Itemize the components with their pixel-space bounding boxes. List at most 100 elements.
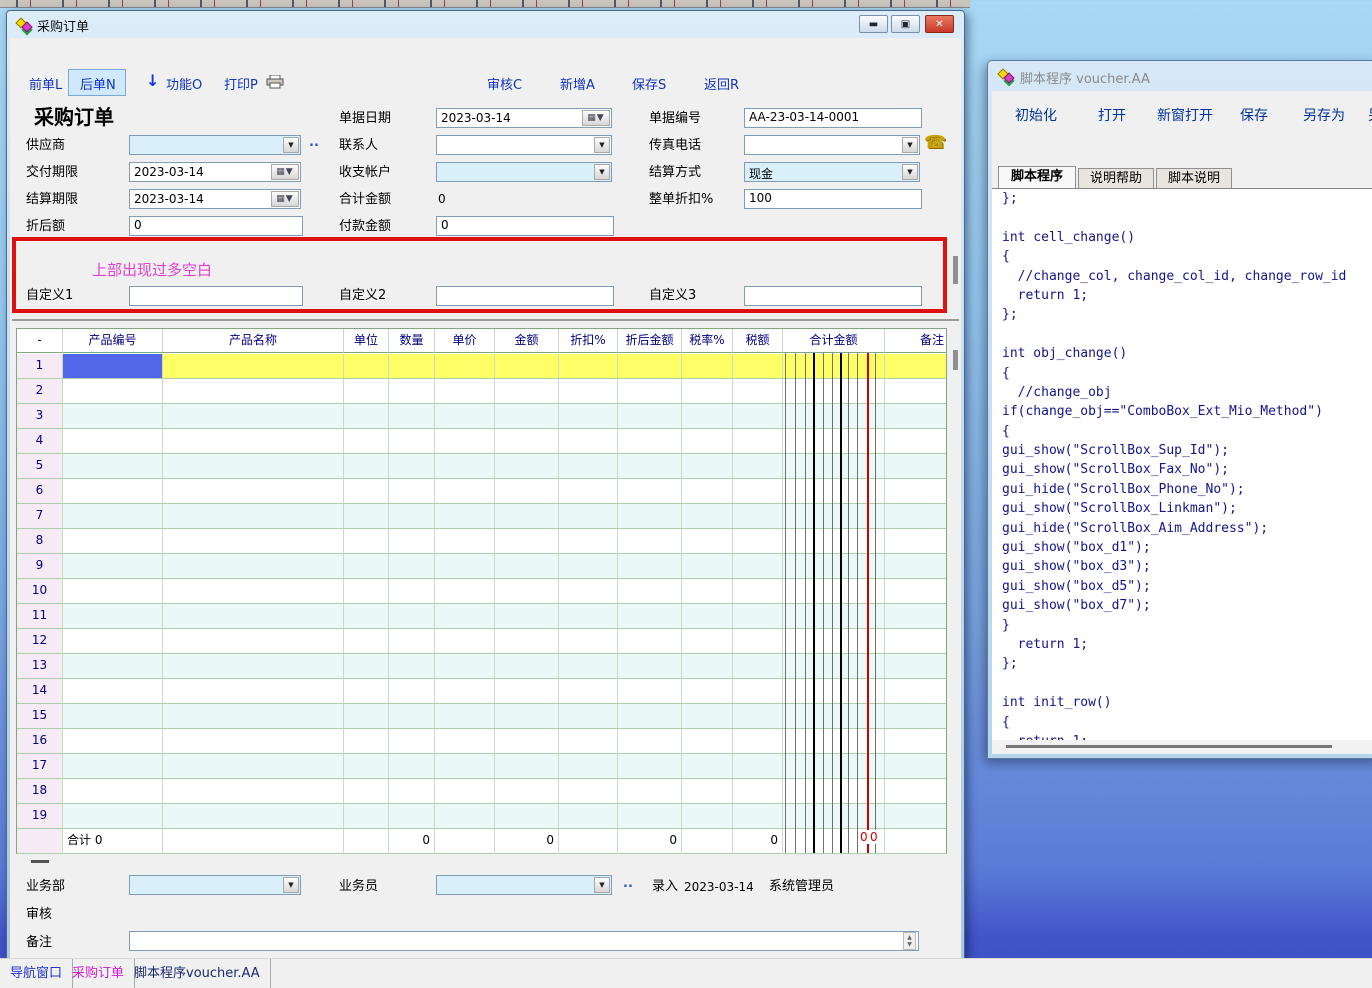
grid-cell[interactable]	[389, 479, 435, 504]
grid-cell[interactable]	[733, 479, 783, 504]
doc-date-field[interactable]: 2023-03-14 ▦▼	[436, 108, 612, 128]
grid-cell[interactable]	[559, 729, 618, 754]
printer-icon[interactable]	[266, 74, 284, 88]
grid-cell[interactable]	[559, 679, 618, 704]
grid-cell[interactable]	[163, 554, 344, 579]
row-number[interactable]: 9	[17, 554, 63, 579]
grid-cell[interactable]	[885, 604, 946, 629]
settle-method-combo[interactable]: 现金 ▼	[744, 162, 920, 182]
script-titlebar[interactable]: 脚本程序 voucher.AA	[988, 61, 1372, 91]
grid-cell[interactable]	[163, 779, 344, 804]
row-number[interactable]: 12	[17, 629, 63, 654]
row-number[interactable]: 19	[17, 804, 63, 829]
grid-cell[interactable]	[435, 354, 495, 379]
grid-cell[interactable]	[495, 779, 559, 804]
grid-cell[interactable]	[783, 729, 885, 754]
supplier-combo[interactable]: ▼	[129, 135, 301, 155]
grid-cell[interactable]	[733, 604, 783, 629]
grid-cell[interactable]	[495, 554, 559, 579]
chevron-down-icon[interactable]: ▼	[902, 164, 918, 180]
row-number[interactable]: 8	[17, 529, 63, 554]
grid-cell[interactable]	[495, 729, 559, 754]
grid-cell[interactable]	[163, 754, 344, 779]
grid-cell[interactable]	[344, 554, 389, 579]
grid-cell[interactable]	[63, 454, 163, 479]
settle-due-field[interactable]: 2023-03-14 ▦▼	[129, 189, 301, 209]
form-scrollbar-thumb[interactable]	[953, 256, 958, 284]
grid-cell[interactable]	[435, 704, 495, 729]
grid-cell[interactable]	[885, 754, 946, 779]
grid-cell[interactable]	[682, 429, 733, 454]
grid-cell[interactable]	[733, 779, 783, 804]
grid-cell[interactable]	[435, 654, 495, 679]
grid-cell[interactable]	[885, 379, 946, 404]
grid-cell[interactable]	[733, 454, 783, 479]
grid-cell[interactable]	[885, 504, 946, 529]
grid-cell[interactable]	[344, 629, 389, 654]
row-number[interactable]: 2	[17, 379, 63, 404]
grid-cell[interactable]	[163, 379, 344, 404]
grid-cell[interactable]	[733, 729, 783, 754]
grid-cell[interactable]	[783, 379, 885, 404]
grid-cell[interactable]	[733, 629, 783, 654]
row-number[interactable]: 1	[17, 354, 63, 379]
grid-cell[interactable]	[733, 579, 783, 604]
grid-cell[interactable]	[682, 554, 733, 579]
grid-cell[interactable]	[559, 579, 618, 604]
grid-cell[interactable]	[783, 754, 885, 779]
prev-doc-button[interactable]: 前单L	[29, 74, 62, 93]
grid-cell[interactable]	[733, 429, 783, 454]
calendar-dropdown-icon[interactable]: ▦▼	[582, 110, 610, 126]
grid-cell[interactable]	[163, 504, 344, 529]
save-as-button[interactable]: 另存为	[1303, 105, 1345, 125]
grid-cell[interactable]	[682, 629, 733, 654]
grid-cell[interactable]	[495, 354, 559, 379]
grid-cell[interactable]	[783, 779, 885, 804]
grid-cell[interactable]	[783, 454, 885, 479]
grid-cell[interactable]	[495, 504, 559, 529]
row-number[interactable]: 15	[17, 704, 63, 729]
grid-cell[interactable]	[618, 354, 682, 379]
grid-cell[interactable]	[733, 404, 783, 429]
grid-cell[interactable]	[618, 479, 682, 504]
grid-cell[interactable]	[389, 779, 435, 804]
grid-cell[interactable]	[344, 354, 389, 379]
grid-cell[interactable]	[783, 629, 885, 654]
telephone-icon[interactable]: ☎	[924, 132, 946, 153]
grid-cell[interactable]	[618, 704, 682, 729]
grid-cell[interactable]	[344, 704, 389, 729]
grid-cell[interactable]	[885, 779, 946, 804]
grid-cell[interactable]	[733, 504, 783, 529]
grid-cell[interactable]	[559, 479, 618, 504]
grid-cell[interactable]	[885, 554, 946, 579]
grid-cell[interactable]	[344, 679, 389, 704]
grid-cell[interactable]	[495, 804, 559, 829]
grid-cell[interactable]	[163, 454, 344, 479]
grid-cell[interactable]	[618, 729, 682, 754]
grid-cell[interactable]	[559, 529, 618, 554]
grid-cell[interactable]	[682, 504, 733, 529]
grid-cell[interactable]	[682, 579, 733, 604]
grid-cell[interactable]	[389, 679, 435, 704]
grid-cell[interactable]	[63, 479, 163, 504]
init-button[interactable]: 初始化	[1015, 105, 1057, 125]
grid-cell[interactable]	[618, 504, 682, 529]
grid-cell[interactable]	[435, 379, 495, 404]
row-number[interactable]: 3	[17, 404, 63, 429]
tab-help[interactable]: 说明帮助	[1078, 168, 1154, 189]
fax-combo[interactable]: ▼	[744, 135, 920, 155]
grid-cell[interactable]	[783, 554, 885, 579]
grid-cell[interactable]	[618, 529, 682, 554]
paid-amount-field[interactable]: 0	[436, 216, 614, 236]
grid-cell[interactable]	[495, 429, 559, 454]
grid-cell[interactable]	[783, 704, 885, 729]
grid-cell[interactable]	[389, 504, 435, 529]
grid-cell[interactable]	[682, 379, 733, 404]
grid-cell[interactable]	[682, 604, 733, 629]
horizontal-scrollbar[interactable]	[992, 740, 1372, 753]
note-input[interactable]	[129, 931, 919, 951]
grid-cell[interactable]	[559, 379, 618, 404]
grid-cell[interactable]	[389, 704, 435, 729]
grid-cell[interactable]	[435, 679, 495, 704]
audit-button[interactable]: 审核C	[487, 74, 522, 93]
